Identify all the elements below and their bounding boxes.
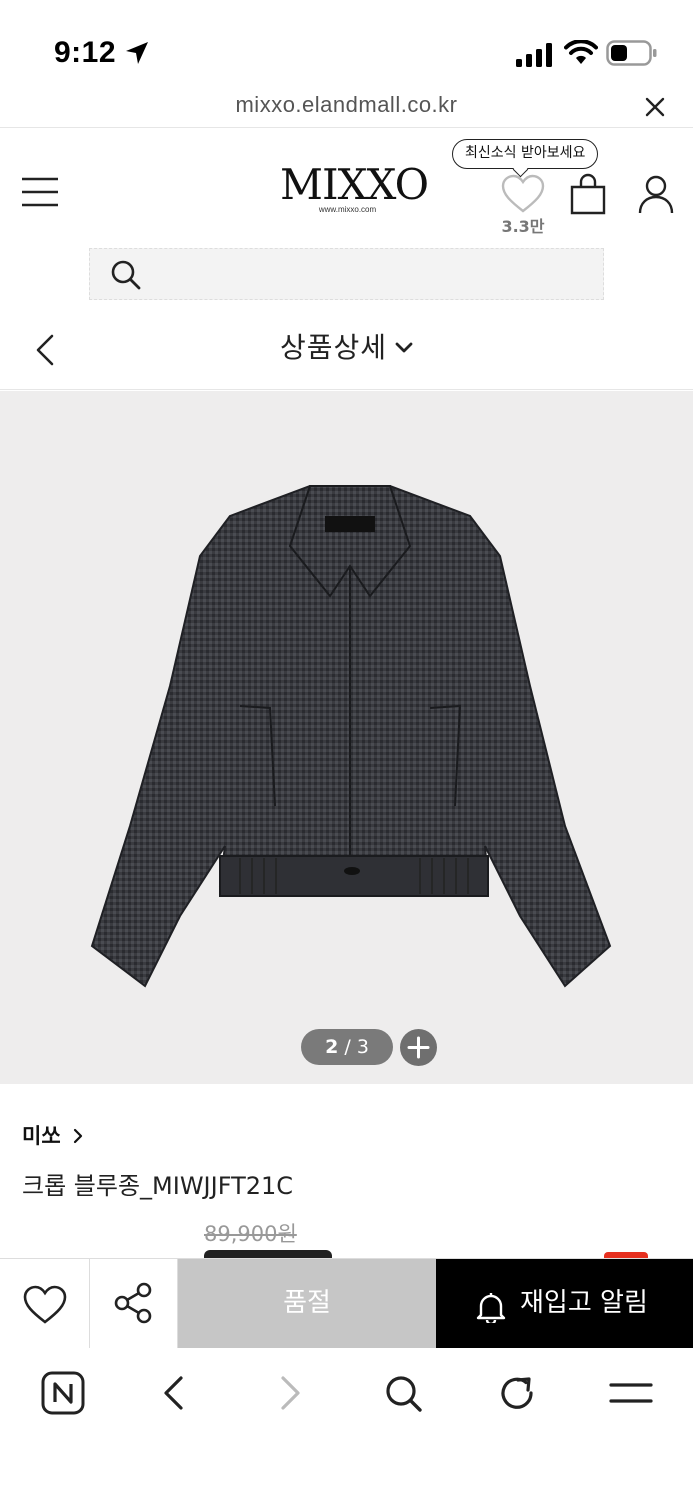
share-icon (114, 1282, 152, 1324)
site-header: MIXXO www.mixxo.com 최신소식 받아보세요 3.3만 (0, 129, 693, 249)
product-image-gallery[interactable]: 2 / 3 (0, 391, 693, 1084)
close-icon[interactable] (644, 96, 666, 118)
bell-icon (476, 1293, 506, 1323)
search-icon[interactable] (110, 259, 142, 291)
mixxo-logo[interactable]: MIXXO www.mixxo.com (280, 160, 429, 223)
gallery-separator: / (338, 1036, 357, 1058)
shopping-bag-icon[interactable] (568, 173, 608, 215)
hamburger-menu-icon[interactable] (20, 175, 60, 209)
battery-icon (606, 40, 657, 66)
heart-icon[interactable] (500, 174, 546, 214)
page-title[interactable]: 상품상세 (280, 326, 387, 366)
location-arrow-icon (126, 42, 148, 64)
browser-menu-icon[interactable] (608, 1370, 654, 1416)
gallery-counter: 2 / 3 (301, 1029, 393, 1065)
share-button[interactable] (90, 1259, 178, 1349)
url-text[interactable]: mixxo.elandmall.co.kr (0, 92, 693, 118)
chevron-right-icon[interactable] (72, 1128, 84, 1144)
refresh-icon[interactable] (494, 1370, 540, 1416)
bottom-action-bar: 품절 재입고 알림 (0, 1258, 693, 1349)
gallery-total: 3 (356, 1036, 369, 1058)
wifi-icon (564, 40, 598, 64)
back-arrow-icon[interactable] (30, 330, 60, 370)
restock-label: 재입고 알림 (520, 1288, 648, 1318)
browser-url-bar[interactable]: mixxo.elandmall.co.kr (0, 88, 693, 128)
browser-back-icon[interactable] (152, 1370, 198, 1416)
cellular-signal-icon (516, 43, 552, 67)
browser-search-icon[interactable] (380, 1370, 426, 1416)
news-tooltip: 최신소식 받아보세요 (452, 139, 599, 169)
gallery-current: 2 (325, 1036, 339, 1058)
zoom-plus-icon[interactable] (400, 1029, 437, 1066)
page-subheader: 상품상세 (0, 310, 693, 390)
naver-home-icon[interactable] (40, 1370, 86, 1416)
heart-icon (23, 1285, 67, 1324)
browser-toolbar (0, 1348, 693, 1500)
original-price: 89,900원 (204, 1222, 297, 1246)
search-input[interactable] (89, 248, 604, 300)
user-icon[interactable] (636, 173, 676, 215)
wish-count: 3.3만 (501, 217, 545, 236)
browser-forward-icon[interactable] (266, 1370, 312, 1416)
status-bar: 9:12 (0, 0, 693, 90)
wish-button[interactable] (0, 1259, 90, 1349)
brand-link[interactable]: 미쏘 (22, 1120, 61, 1150)
soldout-button[interactable]: 품절 (178, 1259, 436, 1349)
chevron-down-icon[interactable] (392, 336, 416, 360)
logo-text: MIXXO (280, 160, 429, 209)
product-name: 크롭 블루종_MIWJJFT21C (22, 1172, 294, 1200)
jacket-product-image[interactable] (80, 446, 620, 1006)
restock-alert-button[interactable]: 재입고 알림 (436, 1259, 693, 1349)
status-time: 9:12 (54, 36, 117, 69)
